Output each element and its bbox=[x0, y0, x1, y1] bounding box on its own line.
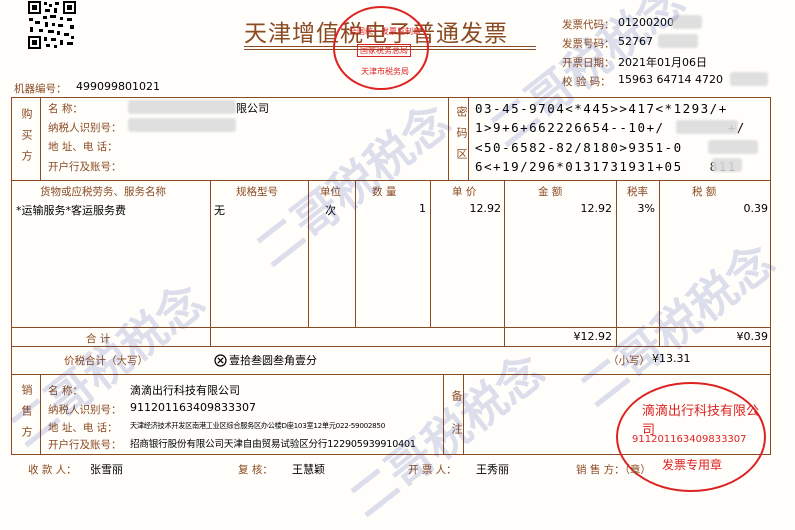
item-spec: 无 bbox=[214, 204, 225, 217]
item-amount: 12.92 bbox=[580, 202, 613, 215]
total-label: 合 计 bbox=[86, 333, 111, 345]
stamp-seller-line2: 911201163409833307 bbox=[632, 434, 747, 445]
col-header-spec: 规格型号 bbox=[236, 186, 278, 198]
stamp-seller-line1: 滴滴出行科技有限公司 bbox=[642, 404, 760, 438]
item-tax: 0.39 bbox=[743, 202, 769, 215]
stamp-top-line3: 天津市税务局 bbox=[361, 67, 409, 76]
cipher-side-label: 密码区 bbox=[455, 106, 468, 169]
seller-seal-label: 销 售 方：（章） bbox=[576, 464, 651, 476]
col-header-unit: 单位 bbox=[320, 186, 341, 198]
seller-bank-value: 招商银行股份有限公司天津自由贸易试验区分行122905939910401 bbox=[130, 439, 416, 450]
item-qty: 1 bbox=[419, 202, 426, 215]
stamp-top-line2: 国家税务总局 bbox=[357, 44, 411, 57]
payee-value: 张雪丽 bbox=[90, 463, 123, 476]
seller-side-label: 销售方 bbox=[20, 384, 33, 447]
buyer-bank-label: 开户行及账号： bbox=[48, 161, 122, 173]
seller-name-label: 名 称： bbox=[48, 385, 83, 397]
payee-label: 收 款 人： bbox=[28, 464, 77, 476]
redaction bbox=[712, 158, 742, 172]
col-header-qty: 数 量 bbox=[372, 186, 397, 198]
redaction bbox=[672, 15, 702, 29]
divider-cipher-left bbox=[448, 97, 449, 180]
redaction bbox=[730, 72, 768, 86]
remark-side-label: 备注 bbox=[450, 390, 463, 456]
redaction bbox=[128, 100, 236, 114]
sum-lower-label: （小写） bbox=[608, 355, 650, 367]
redaction bbox=[658, 34, 698, 48]
seller-tax-id-value: 911201163409833307 bbox=[130, 401, 256, 414]
cipher-line: 03-45-9704<*445>>417<*1293/+ bbox=[475, 101, 728, 116]
col-header-tax: 税 额 bbox=[692, 186, 717, 198]
seller-bank-label: 开户行及账号： bbox=[48, 439, 122, 451]
cipher-line: <50-6582-82/8180>9351-0 bbox=[475, 140, 683, 155]
seller-address-value: 天津经济技术开发区南港工业区综合服务区办公楼D座103室12单元022-5900… bbox=[130, 421, 385, 430]
item-name: *运输服务*客运服务费 bbox=[16, 204, 126, 217]
seller-address-label: 地 址、电 话： bbox=[48, 422, 118, 434]
col-header-rate: 税率 bbox=[627, 186, 648, 198]
redaction bbox=[676, 120, 738, 134]
drawer-value: 王秀丽 bbox=[476, 463, 509, 476]
sum-lower-value: ¥13.31 bbox=[652, 352, 691, 365]
col-divider bbox=[308, 180, 309, 327]
divider-sum-top bbox=[11, 346, 771, 347]
divider-total-top bbox=[11, 327, 771, 328]
drawer-label: 开 票 人： bbox=[408, 464, 457, 476]
redaction bbox=[708, 140, 758, 154]
invoice-number-label: 发票号码： bbox=[562, 38, 615, 50]
item-unit: 次 bbox=[325, 204, 336, 217]
invoice-number-value: 52767 bbox=[618, 35, 653, 48]
stamp-top-line1: 全国统一发票监制章 bbox=[349, 27, 421, 36]
item-price: 12.92 bbox=[469, 202, 502, 215]
col-header-amount: 金 额 bbox=[538, 186, 563, 198]
col-header-name: 货物或应税劳务、服务名称 bbox=[40, 186, 166, 198]
total-amount: ¥12.92 bbox=[573, 330, 613, 343]
buyer-tax-id-label: 纳税人识别号： bbox=[48, 122, 122, 134]
reviewer-value: 王慧颖 bbox=[292, 463, 325, 476]
divider-buyer-bottom bbox=[11, 180, 771, 181]
circle-x-icon bbox=[214, 352, 227, 367]
item-rate: 3% bbox=[637, 202, 655, 215]
redaction bbox=[128, 118, 236, 132]
buyer-name-label: 名 称： bbox=[48, 103, 83, 115]
stamp-seller-line3: 发票专用章 bbox=[662, 458, 723, 472]
buyer-side-label: 购买方 bbox=[20, 108, 33, 171]
check-code-label: 校 验 码： bbox=[562, 76, 611, 88]
total-tax: ¥0.39 bbox=[736, 330, 769, 343]
sum-upper: 壹拾叁圆叁角壹分 bbox=[229, 354, 317, 367]
machine-number-label: 机器编号： bbox=[14, 83, 67, 95]
divider-seller-side bbox=[40, 374, 41, 455]
invoice-code-label: 发票代码： bbox=[562, 19, 615, 31]
col-header-price: 单 价 bbox=[452, 186, 477, 198]
issue-date-label: 开票日期： bbox=[562, 57, 615, 69]
qr-code bbox=[27, 0, 77, 50]
reviewer-label: 复 核： bbox=[238, 464, 273, 476]
machine-number-value: 499099801021 bbox=[76, 80, 160, 93]
check-code-value: 15963 64714 4720 bbox=[618, 73, 723, 86]
divider-remark-left bbox=[443, 374, 444, 455]
invoice-code-value: 01200200 bbox=[618, 16, 674, 29]
cipher-line: 6<+19/296*0131731931+05 811 bbox=[475, 159, 737, 174]
divider-seller-top bbox=[11, 374, 771, 375]
seller-name-value: 滴滴出行科技有限公司 bbox=[130, 384, 240, 397]
buyer-address-label: 地 址、电 话： bbox=[48, 141, 118, 153]
seller-tax-id-label: 纳税人识别号： bbox=[48, 404, 122, 416]
buyer-name-value: 限公司 bbox=[236, 102, 269, 115]
tax-bureau-stamp: 全国统一发票监制章 国家税务总局 天津市税务局 bbox=[333, 6, 429, 90]
sum-label: 价税合计（大写） bbox=[64, 355, 148, 367]
col-divider bbox=[210, 180, 211, 346]
issue-date-value: 2021年01月06日 bbox=[618, 56, 707, 69]
divider-buyer-side bbox=[40, 97, 41, 180]
